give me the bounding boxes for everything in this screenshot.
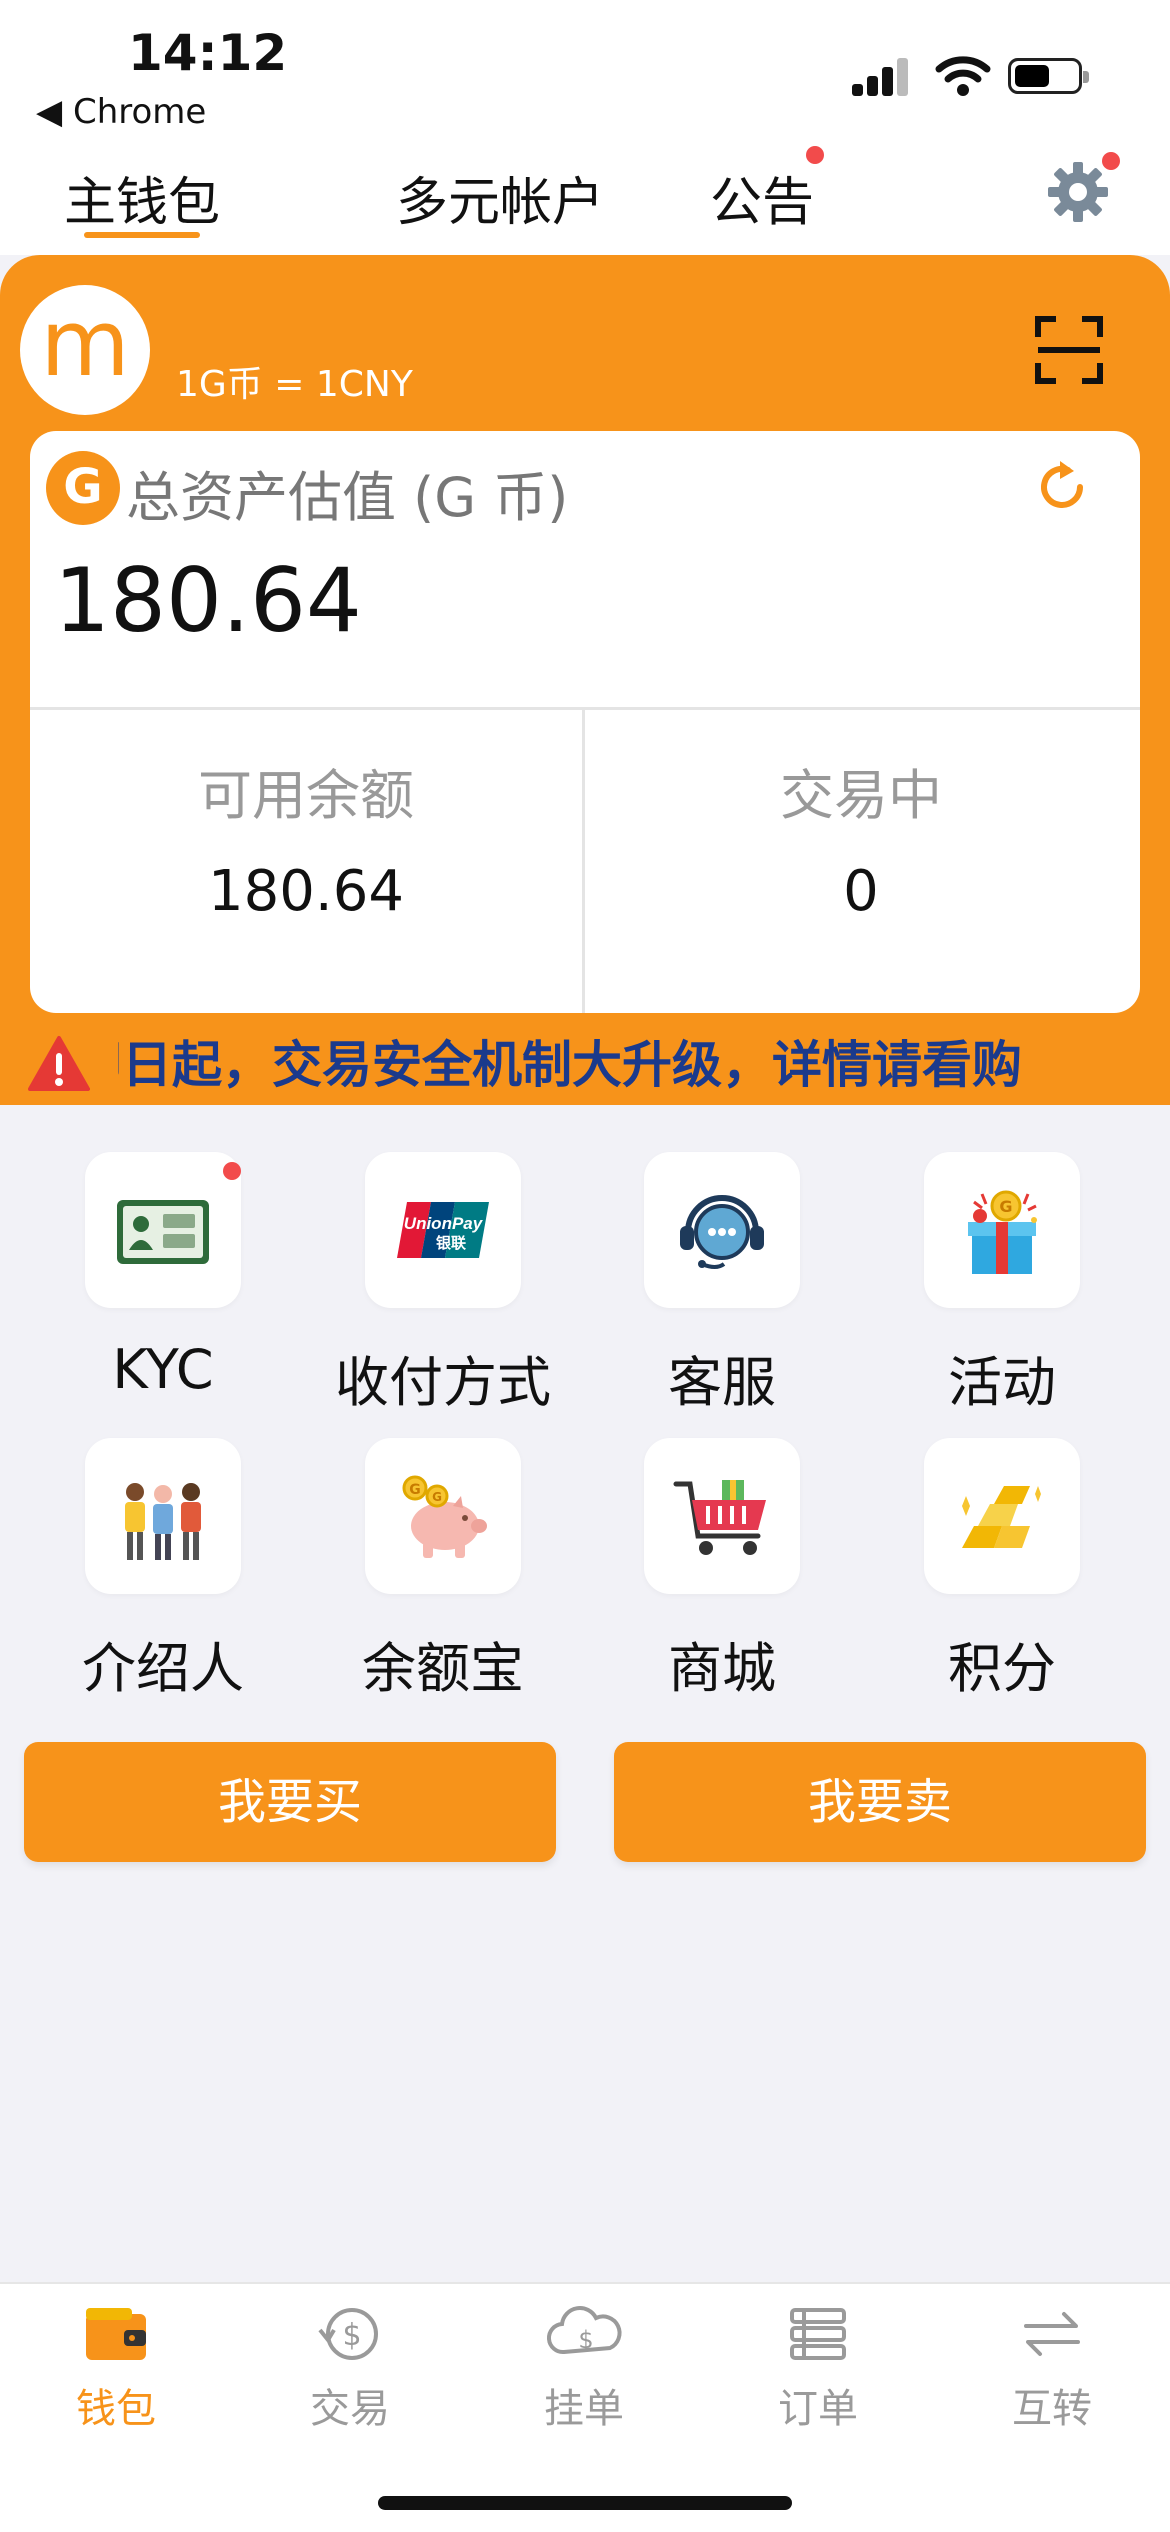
shopping-cart-icon [673, 1480, 766, 1555]
grid-item-yuebao[interactable]: G G 余额宝 [295, 1438, 575, 1708]
cellular-signal-icon [852, 58, 908, 96]
grid-item-activities[interactable]: G 活动 [854, 1152, 1134, 1422]
exchange-rate: 1G币 = 1CNY [176, 364, 413, 405]
nav-listings[interactable]: $ 挂单 [504, 2304, 664, 2444]
grid-item-mall[interactable]: 商城 [574, 1438, 854, 1708]
mall-label: 商城 [668, 1637, 776, 1700]
nav-wallet[interactable]: 钱包 [36, 2304, 196, 2444]
nav-wallet-label: 钱包 [76, 2386, 156, 2432]
referrer-tile[interactable] [85, 1438, 241, 1594]
gold-bars-icon [962, 1486, 1041, 1548]
notice-text: 即日起，交易安全机制大升级，详情请看购 [118, 1036, 1022, 1094]
bottom-nav: 钱包 $ 交易 $ 挂单 订单 互转 [0, 2282, 1170, 2532]
tab-multi-account[interactable]: 多元帐户 [396, 160, 604, 235]
refresh-icon[interactable] [1030, 455, 1094, 519]
active-tab-indicator [84, 232, 200, 238]
wallet-icon [86, 2308, 146, 2360]
cloud-dollar-icon: $ [546, 2306, 622, 2355]
nav-trade-label: 交易 [310, 2386, 390, 2432]
svg-text:$: $ [578, 2326, 593, 2354]
available-balance-value: 180.64 [208, 859, 404, 924]
dollar-exchange-icon: $ [318, 2308, 378, 2360]
customer-service-tile[interactable] [644, 1152, 800, 1308]
payment-methods-label: 收付方式 [335, 1351, 551, 1414]
grid-item-referrer[interactable]: 介绍人 [15, 1438, 295, 1708]
activities-tile[interactable]: G [924, 1152, 1080, 1308]
nav-listings-label: 挂单 [544, 2386, 624, 2432]
notice-bar[interactable]: 即日起，交易安全机制大升级，详情请看购 [0, 1025, 1170, 1105]
piggy-bank-icon: G G [402, 1475, 487, 1558]
grid-item-points[interactable]: 积分 [854, 1438, 1134, 1708]
total-assets-label: 总资产估值 (G 币) [126, 466, 569, 529]
customer-service-label: 客服 [668, 1351, 776, 1414]
status-bar: 14:12 ◀ Chrome [0, 0, 1170, 140]
list-icon [790, 2308, 846, 2360]
grid-item-customer-service[interactable]: 客服 [574, 1152, 854, 1422]
back-to-app-link[interactable]: ◀ Chrome [36, 92, 206, 132]
warning-icon [28, 1036, 90, 1091]
people-icon [125, 1483, 201, 1560]
svg-text:UnionPay: UnionPay [404, 1214, 484, 1233]
svg-text:G: G [999, 1197, 1012, 1216]
settings-badge [1102, 152, 1120, 170]
nav-trade[interactable]: $ 交易 [270, 2304, 430, 2444]
grid-item-kyc[interactable]: KYC [15, 1152, 295, 1422]
nav-orders-label: 订单 [778, 2386, 858, 2432]
unionpay-icon: UnionPay 银联 [397, 1202, 489, 1258]
kyc-label: KYC [112, 1338, 214, 1401]
asset-panel: G 总资产估值 (G 币) 180.64 可用余额 180.64 交易中 0 [30, 431, 1140, 1013]
svg-text:银联: 银联 [436, 1234, 467, 1252]
yuebao-label: 余额宝 [362, 1637, 524, 1700]
in-trade-label: 交易中 [780, 764, 942, 827]
tab-main-wallet[interactable]: 主钱包 [64, 160, 220, 235]
available-balance-label: 可用余额 [198, 764, 414, 827]
buy-button[interactable]: 我要买 [24, 1742, 556, 1862]
home-indicator [378, 2496, 792, 2510]
payment-methods-tile[interactable]: UnionPay 银联 [365, 1152, 521, 1308]
status-time: 14:12 [128, 24, 288, 82]
gift-icon: G [968, 1190, 1037, 1274]
in-trade-value: 0 [843, 859, 879, 924]
panel-divider [30, 707, 1140, 710]
scan-qr-icon[interactable] [1034, 315, 1104, 385]
battery-icon [1008, 58, 1089, 94]
grid-item-payment-methods[interactable]: UnionPay 银联 收付方式 [295, 1152, 575, 1422]
app-logo: m [20, 285, 150, 415]
id-card-icon [117, 1200, 209, 1264]
yuebao-tile[interactable]: G G [365, 1438, 521, 1594]
tab-announcements[interactable]: 公告 [710, 160, 814, 235]
kyc-tile[interactable] [85, 1152, 241, 1308]
announcements-badge [806, 146, 824, 164]
nav-transfer-label: 互转 [1012, 2386, 1092, 2432]
svg-text:G: G [432, 1490, 442, 1504]
nav-orders[interactable]: 订单 [738, 2304, 898, 2444]
g-coin-icon: G [46, 451, 120, 525]
activities-label: 活动 [948, 1351, 1056, 1414]
kyc-badge [223, 1162, 241, 1180]
svg-text:G: G [409, 1482, 421, 1498]
svg-text:$: $ [342, 2318, 361, 2353]
mall-tile[interactable] [644, 1438, 800, 1594]
referrer-label: 介绍人 [82, 1637, 244, 1700]
top-tab-bar: 主钱包 多元帐户 公告 [0, 140, 1170, 255]
customer-service-icon [680, 1195, 764, 1269]
points-tile[interactable] [924, 1438, 1080, 1594]
sell-button[interactable]: 我要卖 [614, 1742, 1146, 1862]
settings-gear-icon[interactable] [1044, 158, 1112, 226]
transfer-arrows-icon [1024, 2312, 1080, 2356]
wallet-card: m 1G币 = 1CNY G 总资产估值 (G 币) 180.64 可用余额 1… [0, 255, 1170, 1105]
total-assets-value: 180.64 [54, 549, 362, 652]
points-label: 积分 [948, 1637, 1056, 1700]
nav-transfer[interactable]: 互转 [972, 2304, 1132, 2444]
wifi-icon [935, 56, 991, 96]
